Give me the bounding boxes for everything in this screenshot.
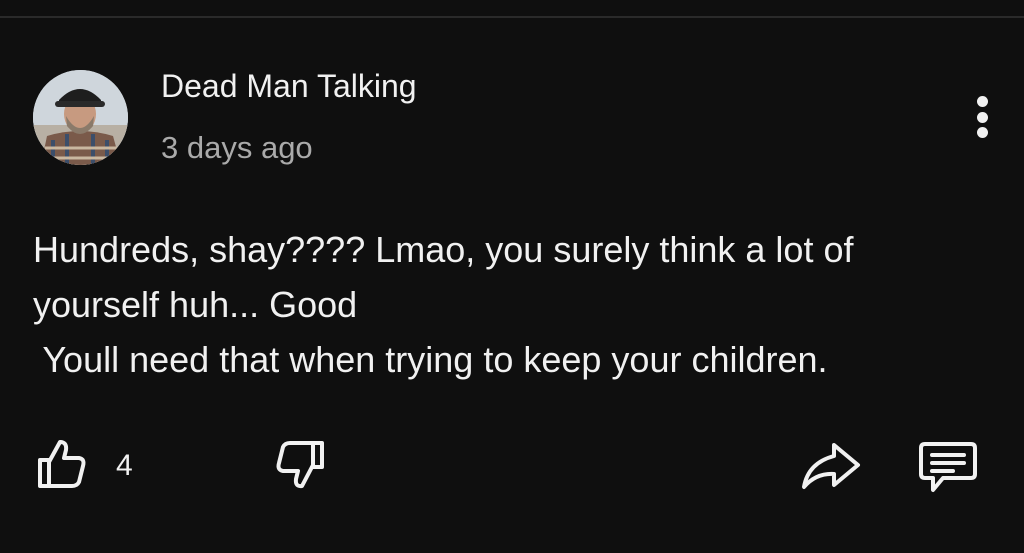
- thumb-up-icon: [38, 440, 86, 488]
- comment-card: Dead Man Talking 3 days ago Hundreds, sh…: [0, 0, 1024, 553]
- more-vert-icon: [976, 96, 988, 138]
- more-options-button[interactable]: [962, 92, 1002, 142]
- comment-body-line: Hundreds, shay???? Lmao, you surely thin…: [33, 229, 854, 270]
- dislike-button[interactable]: [272, 439, 328, 493]
- author-name[interactable]: Dead Man Talking: [161, 68, 417, 105]
- comment-actions: 4: [0, 436, 1024, 496]
- avatar-image: [33, 70, 128, 165]
- reply-button[interactable]: [917, 440, 979, 494]
- share-button[interactable]: [800, 441, 862, 491]
- comment-body-line: yourself huh... Good: [33, 284, 358, 325]
- like-count: 4: [116, 449, 133, 482]
- avatar[interactable]: [33, 70, 128, 165]
- share-icon: [802, 443, 860, 489]
- comment-body-line: Youll need that when trying to keep your…: [33, 339, 828, 380]
- thumb-down-icon: [276, 441, 324, 489]
- like-button[interactable]: [34, 436, 88, 490]
- comment-timestamp: 3 days ago: [161, 130, 313, 165]
- comment-icon: [919, 442, 977, 492]
- comment-body: Hundreds, shay???? Lmao, you surely thin…: [33, 222, 1003, 387]
